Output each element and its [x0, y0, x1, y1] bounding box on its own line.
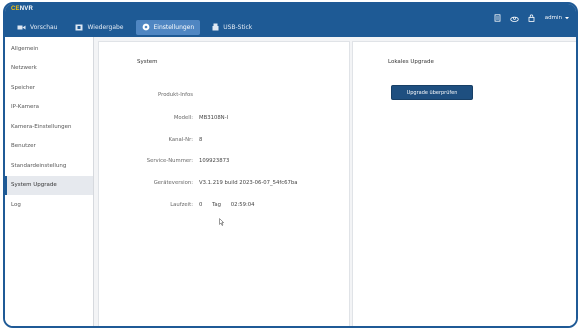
top-navigation-bar: CENVR Vorschau Wiedergabe Einstellungen … [5, 4, 576, 37]
serial-row: Service-Nummer: 109923873 [99, 158, 230, 164]
content-area: Allgemein Netzwerk Speicher IP-Kamera Ka… [5, 37, 576, 326]
version-label: Geräteversion: [153, 180, 193, 186]
sidebar-item-allgemein[interactable]: Allgemein [5, 39, 93, 59]
product-info-row: Produkt-Infos [99, 92, 199, 98]
sidebar-item-speicher[interactable]: Speicher [5, 78, 93, 98]
upgrade-panel: Lokales Upgrade Upgrade überprüfen [352, 41, 576, 326]
model-row: Modell: MB3108N-I [99, 115, 228, 121]
settings-sidebar: Allgemein Netzwerk Speicher IP-Kamera Ka… [5, 37, 94, 326]
uptime-row: Laufzeit: 0 Tag 02:59:04 [99, 202, 263, 208]
check-upgrade-button[interactable]: Upgrade überprüfen [391, 85, 473, 100]
version-row: Geräteversion: V3.1.219 build 2023-06-07… [99, 180, 298, 186]
app-window: CENVR Vorschau Wiedergabe Einstellungen … [3, 2, 578, 328]
channels-value: 8 [199, 137, 203, 143]
serial-value: 109923873 [199, 158, 230, 164]
version-value: V3.1.219 build 2023-06-07_54fc67ba [199, 180, 298, 186]
product-info-label: Produkt-Infos [158, 92, 193, 98]
sidebar-item-log[interactable]: Log [5, 195, 93, 215]
sidebar-item-netzwerk[interactable]: Netzwerk [5, 59, 93, 79]
header-actions: admin [485, 14, 570, 22]
model-value: MB3108N-I [199, 115, 229, 121]
gear-icon [142, 23, 149, 31]
model-label: Modell: [173, 115, 193, 121]
usb-icon [212, 23, 219, 31]
sidebar-item-benutzer[interactable]: Benutzer [5, 137, 93, 157]
tab-usb-stick[interactable]: USB-Stick [206, 20, 258, 35]
system-info-panel: System Produkt-Infos Modell: MB3108N-I K… [98, 41, 350, 326]
camera-icon [17, 25, 26, 29]
user-menu[interactable]: admin [545, 15, 570, 21]
sidebar-item-system-upgrade[interactable]: System Upgrade [5, 175, 93, 195]
tab-einstellungen[interactable]: Einstellungen [135, 19, 201, 35]
tab-wiedergabe[interactable]: Wiedergabe [69, 20, 129, 35]
channels-label: Kanal-Nr: [168, 137, 193, 143]
uptime-unit: Tag [212, 202, 222, 208]
app-logo: CENVR [11, 6, 34, 12]
main-tabs: Vorschau Wiedergabe Einstellungen USB-St… [11, 19, 264, 35]
uptime-days: 0 [199, 202, 203, 208]
serial-label: Service-Nummer: [146, 158, 193, 164]
notification-icon[interactable] [494, 14, 501, 22]
sidebar-item-kamera-einstellungen[interactable]: Kamera-Einstellungen [5, 117, 93, 137]
tab-vorschau[interactable]: Vorschau [11, 20, 63, 35]
channels-row: Kanal-Nr: 8 [99, 137, 203, 143]
upgrade-panel-title: Lokales Upgrade [388, 59, 434, 65]
cloud-icon[interactable] [510, 15, 519, 22]
uptime-time: 02:59:04 [230, 202, 255, 208]
chevron-down-icon [565, 17, 569, 20]
mouse-cursor-icon [219, 218, 224, 226]
uptime-label: Laufzeit: [170, 202, 193, 208]
lock-icon[interactable] [528, 14, 535, 22]
system-panel-title: System [137, 59, 158, 65]
film-icon [75, 24, 83, 30]
sidebar-item-ip-kamera[interactable]: IP-Kamera [5, 98, 93, 118]
user-name: admin [544, 15, 562, 21]
sidebar-item-standardeinstellung[interactable]: Standardeinstellung [5, 156, 93, 176]
